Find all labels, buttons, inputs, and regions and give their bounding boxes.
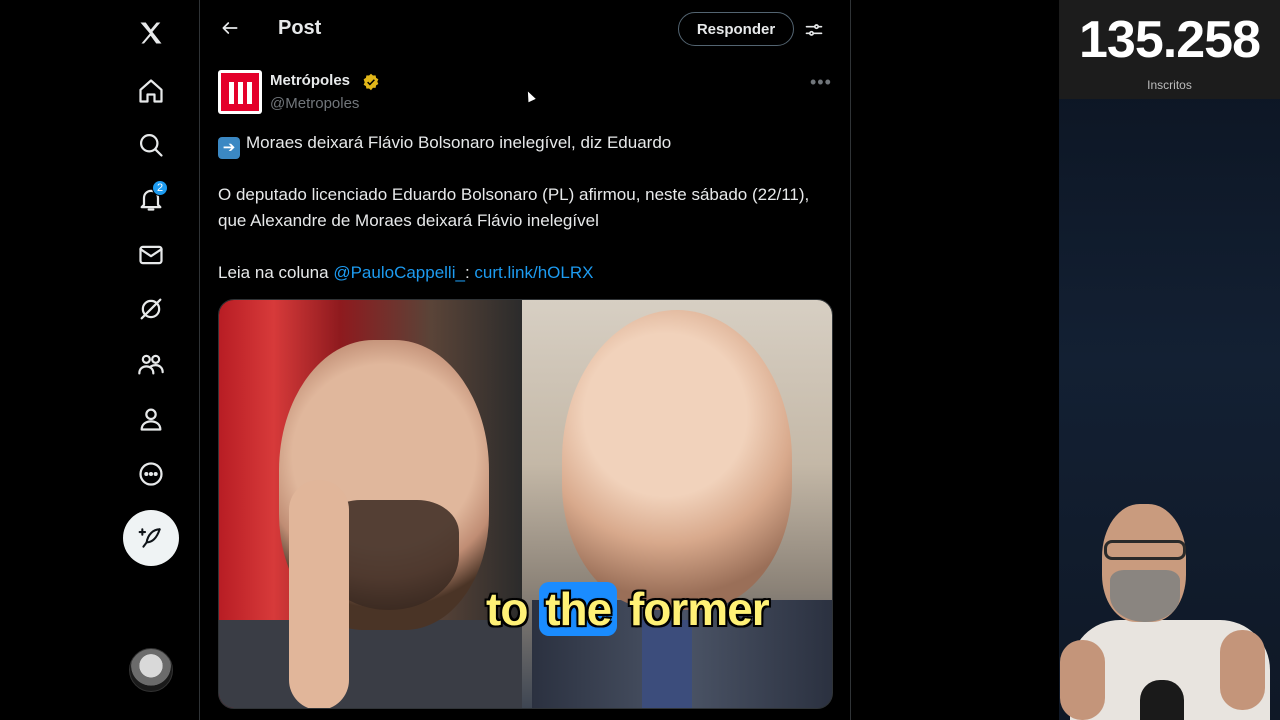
caption-word-highlighted: the: [539, 582, 618, 636]
caption-word: former: [628, 583, 770, 635]
microphone-icon: [1140, 680, 1184, 720]
post-image[interactable]: [218, 299, 833, 709]
photo-right: [522, 300, 832, 708]
post-body: O deputado licenciado Eduardo Bolsonaro …: [218, 185, 810, 230]
adjust-settings-icon[interactable]: [800, 16, 828, 44]
post-read-more: Leia na coluna @PauloCappelli_: curt.lin…: [218, 260, 833, 286]
notifications-icon[interactable]: 2: [124, 172, 178, 226]
page-title: Post: [278, 17, 322, 39]
feather-plus-icon: [138, 528, 161, 548]
grok-icon[interactable]: [124, 282, 178, 336]
headline-text: Moraes deixará Flávio Bolsonaro inelegív…: [246, 133, 672, 152]
back-button[interactable]: [214, 12, 246, 44]
account-avatar[interactable]: [129, 648, 173, 692]
post-headline: ➔ Moraes deixará Flávio Bolsonaro inelegí…: [218, 130, 833, 159]
more-options-icon[interactable]: •••: [810, 72, 832, 93]
metropoles-logo-icon: [221, 73, 259, 111]
left-sidebar: 2: [0, 0, 200, 720]
reply-button[interactable]: Responder: [678, 12, 794, 46]
empty-area: [851, 0, 1059, 720]
author-avatar[interactable]: [218, 70, 262, 114]
more-icon[interactable]: [124, 447, 178, 501]
caption-word: to: [486, 583, 528, 635]
arrow-right-emoji-icon: ➔: [218, 137, 240, 159]
subscriber-count: 135.258: [1079, 11, 1261, 69]
search-icon[interactable]: [124, 118, 178, 172]
home-icon[interactable]: [124, 64, 178, 118]
post-header: Post Responder: [200, 0, 850, 58]
arrow-left-icon: [222, 22, 238, 34]
author-handle[interactable]: @Metropoles: [270, 95, 359, 112]
photo-left: [219, 300, 522, 708]
subscriber-counter: 135.258 Inscritos: [1059, 0, 1280, 99]
communities-icon[interactable]: [124, 337, 178, 391]
article-link[interactable]: curt.link/hOLRX: [474, 263, 593, 282]
messages-icon[interactable]: [124, 228, 178, 282]
mention-link[interactable]: @PauloCappelli_: [333, 263, 465, 282]
webcam-presenter: [1060, 490, 1280, 720]
author-name[interactable]: Metrópoles: [270, 72, 350, 89]
subtitle-caption: to the former: [486, 582, 770, 636]
x-logo-icon[interactable]: [124, 6, 178, 60]
profile-icon[interactable]: [124, 392, 178, 446]
read-prefix: Leia na coluna: [218, 263, 334, 282]
subscriber-label: Inscritos: [1147, 78, 1192, 92]
notification-badge: 2: [152, 180, 168, 196]
compose-post-button[interactable]: [123, 510, 179, 566]
separator: :: [464, 263, 475, 282]
verified-badge-icon: [363, 73, 379, 91]
